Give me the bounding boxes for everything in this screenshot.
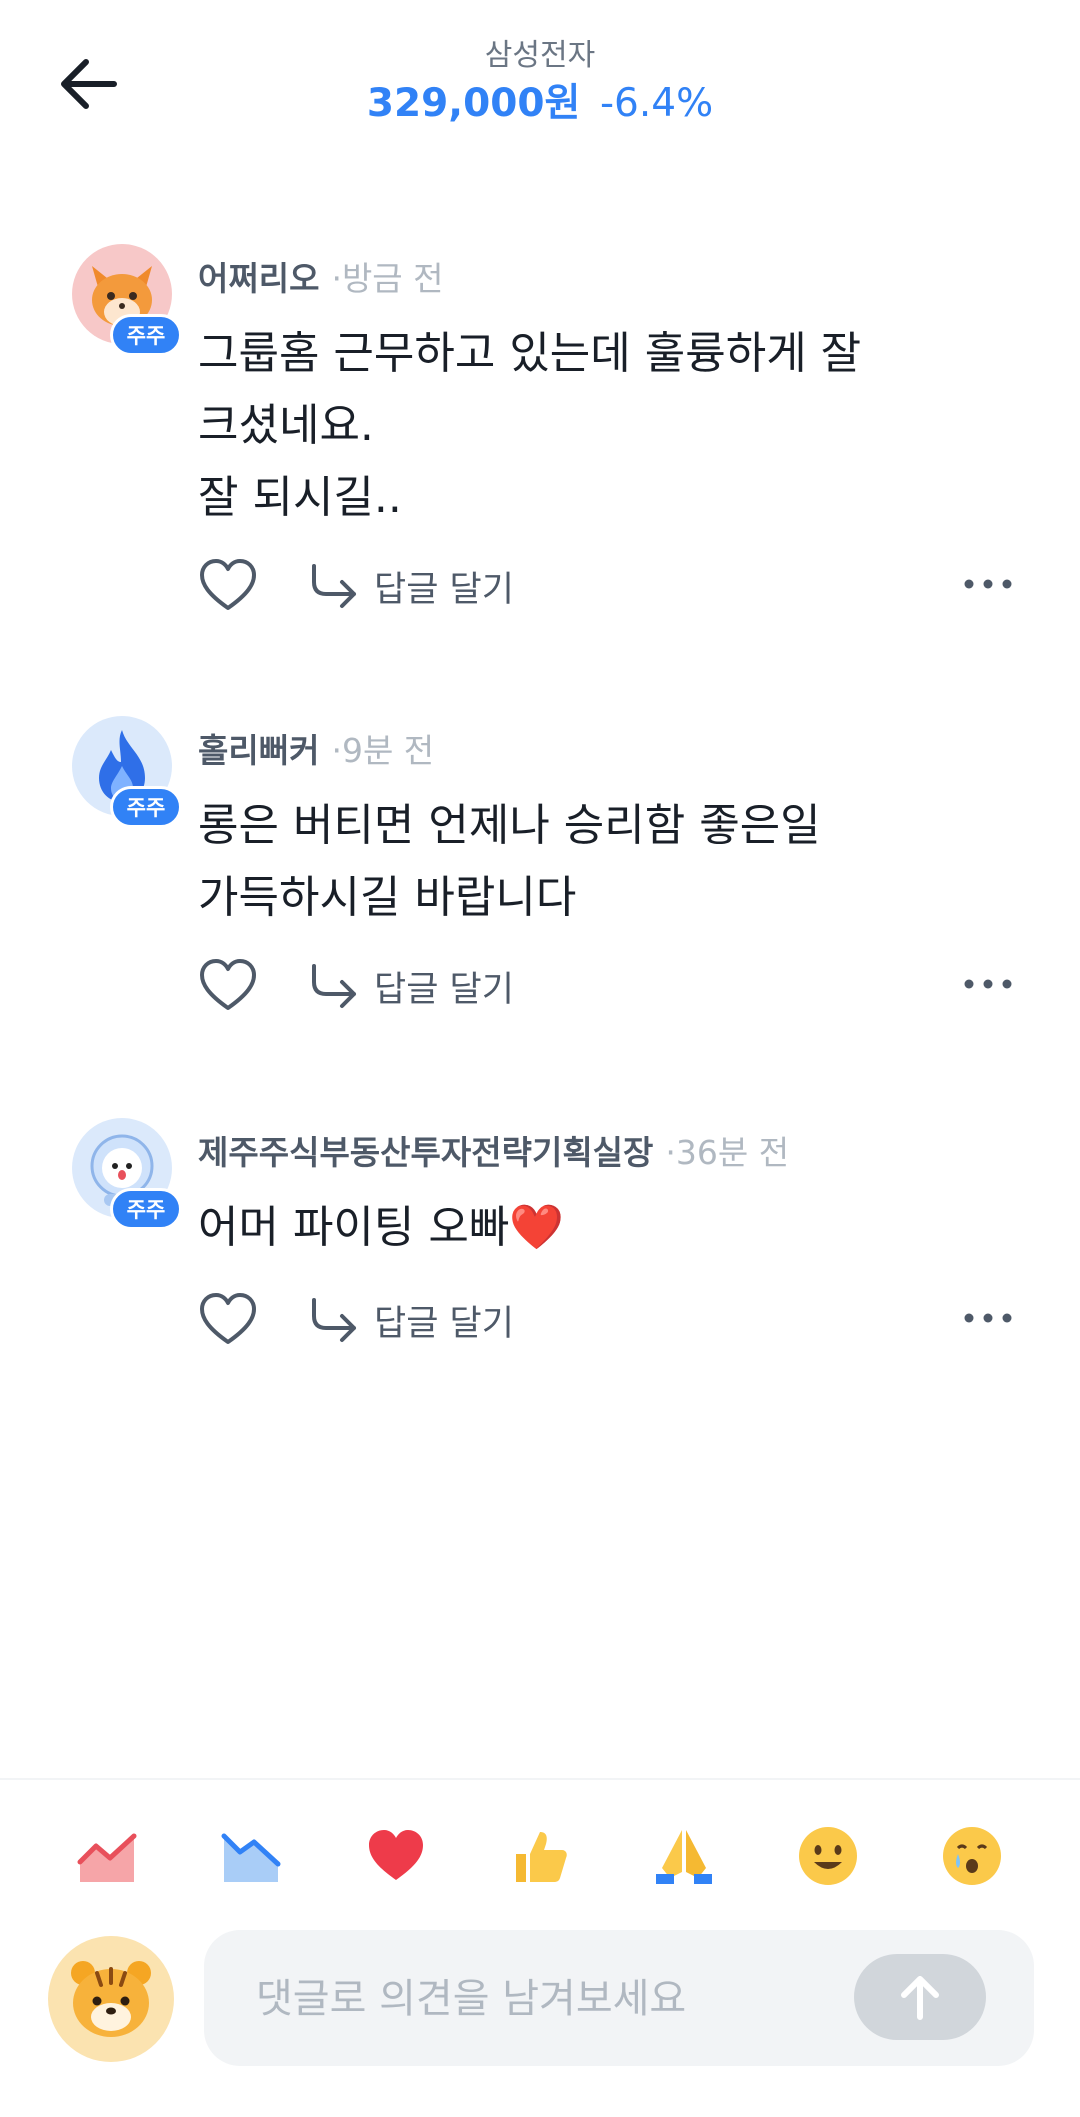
reply-label: 답글 달기 [374, 1303, 514, 1344]
header: 삼성전자 329,000원 -6.4% [0, 0, 1080, 150]
comment-composer [0, 1930, 1080, 2068]
comment-line: 그룹홈 근무하고 있는데 훌륭하게 잘 [198, 328, 862, 379]
reply-button[interactable]: 답글 달기 [308, 956, 514, 1016]
shareholder-badge: 주주 [110, 314, 182, 356]
thumbs-up-icon[interactable] [504, 1820, 576, 1892]
comment-line: 가득하시길 바랍니다 [198, 872, 577, 923]
comment-line: 잘 되시길.. [198, 472, 402, 523]
reply-arrow-icon [312, 1298, 356, 1342]
pray-icon[interactable] [648, 1820, 720, 1892]
reply-label: 답글 달기 [374, 569, 514, 610]
stock-change: -6.4% [599, 81, 714, 126]
divider [0, 1778, 1080, 1780]
reply-button[interactable]: 답글 달기 [308, 556, 514, 616]
shareholder-badge: 주주 [110, 1188, 182, 1230]
comment-meta: 제주주식부동산투자전략기획실장 ·36분 전 [198, 1126, 789, 1174]
comment-input[interactable] [254, 1930, 818, 2068]
reply-button[interactable]: 답글 달기 [308, 1290, 514, 1350]
stock-price-line: 329,000원 -6.4% [0, 72, 1080, 128]
comment-meta: 어쩌리오 ·방금 전 [198, 252, 444, 300]
comment-input-box [204, 1930, 1034, 2068]
comment-line: 크셨네요. [198, 400, 374, 451]
like-button[interactable] [198, 956, 258, 1016]
comment-text: 어머 파이팅 오빠❤️ [198, 1192, 1018, 1264]
heart-outline-icon [200, 559, 256, 610]
stock-price: 329,000원 [366, 81, 581, 126]
comment-actions: 답글 달기 [198, 556, 1018, 616]
comment-meta: 홀리뻐커 ·9분 전 [198, 724, 434, 772]
comment-avatar[interactable]: 주주 [72, 1118, 182, 1230]
comment-author[interactable]: 홀리뻐커 [198, 731, 319, 770]
emoji-reaction-bar [0, 1820, 1080, 1900]
send-button[interactable] [854, 1954, 986, 2040]
heart-outline-icon [200, 959, 256, 1010]
comment-actions: 답글 달기 [198, 1290, 1018, 1350]
comment-time: ·방금 전 [331, 259, 444, 298]
comment-line: 어머 파이팅 오빠❤️ [198, 1202, 565, 1253]
comment-author[interactable]: 어쩌리오 [198, 259, 319, 298]
more-dots-icon [964, 1313, 1012, 1323]
reply-label: 답글 달기 [374, 969, 514, 1010]
tiger-icon [48, 1936, 174, 2062]
reply-arrow-icon [312, 964, 356, 1008]
more-button[interactable] [958, 964, 1018, 1004]
more-button[interactable] [958, 564, 1018, 604]
chart-up-icon[interactable] [72, 1820, 144, 1892]
more-button[interactable] [958, 1298, 1018, 1338]
shareholder-badge: 주주 [110, 786, 182, 828]
comment-line: 롱은 버티면 언제나 승리함 좋은일 [198, 800, 821, 851]
reply-arrow-icon [312, 564, 356, 608]
more-dots-icon [964, 579, 1012, 589]
like-button[interactable] [198, 1290, 258, 1350]
comment-avatar[interactable]: 주주 [72, 716, 182, 828]
comment-actions: 답글 달기 [198, 956, 1018, 1016]
comment-time: ·9분 전 [331, 731, 435, 770]
more-dots-icon [964, 979, 1012, 989]
comment-time: ·36분 전 [665, 1133, 790, 1172]
comment-avatar[interactable]: 주주 [72, 244, 182, 356]
chart-down-icon[interactable] [216, 1820, 288, 1892]
heart-icon[interactable] [360, 1820, 432, 1892]
arrow-up-icon [901, 1976, 939, 2020]
like-button[interactable] [198, 556, 258, 616]
stock-name: 삼성전자 [484, 38, 596, 73]
heart-outline-icon [200, 1293, 256, 1344]
comment-text: 그룹홈 근무하고 있는데 훌륭하게 잘 크셨네요. 잘 되시길.. [198, 318, 1018, 534]
comment-author[interactable]: 제주주식부동산투자전략기획실장 [198, 1133, 653, 1172]
smile-icon[interactable] [792, 1820, 864, 1892]
cry-icon[interactable] [936, 1820, 1008, 1892]
comment-text: 롱은 버티면 언제나 승리함 좋은일 가득하시길 바랍니다 [198, 790, 1018, 934]
